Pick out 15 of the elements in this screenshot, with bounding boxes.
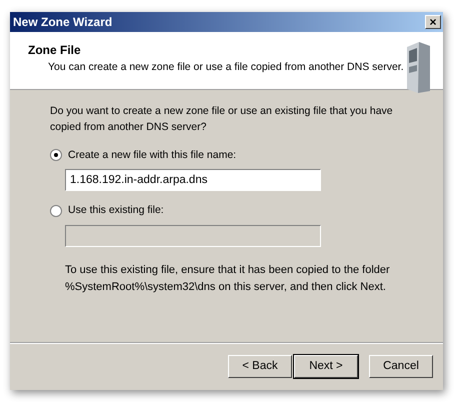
file-name-field[interactable]: 1.168.192.in-addr.arpa.dns bbox=[65, 169, 321, 192]
wizard-button[interactable]: Next > bbox=[294, 355, 358, 378]
wizard-button[interactable]: Cancel bbox=[369, 355, 433, 378]
page-title: Zone File bbox=[28, 42, 82, 59]
page-subtitle: You can create a new zone file or use a file copied from another DNS server. bbox=[47, 60, 404, 75]
wizard-button[interactable]: < Back bbox=[228, 355, 292, 378]
radio-button[interactable] bbox=[50, 149, 62, 162]
close-button[interactable]: × bbox=[425, 15, 441, 29]
radio-label[interactable]: Create a new file with this file name: bbox=[68, 148, 236, 164]
server-icon bbox=[405, 41, 431, 93]
note-text: To use this existing file, ensure that it has been copied to the folder %SystemRoot%\system32\dns on this server, and then click Next. bbox=[65, 263, 391, 294]
window-title: New Zone Wizard bbox=[13, 14, 112, 31]
question-text: Do you want to create a new zone file or use an existing file that you have copied from another DNS server? bbox=[50, 104, 394, 135]
radio-label[interactable]: Use this existing file: bbox=[68, 203, 164, 219]
radio-button[interactable] bbox=[50, 205, 62, 218]
